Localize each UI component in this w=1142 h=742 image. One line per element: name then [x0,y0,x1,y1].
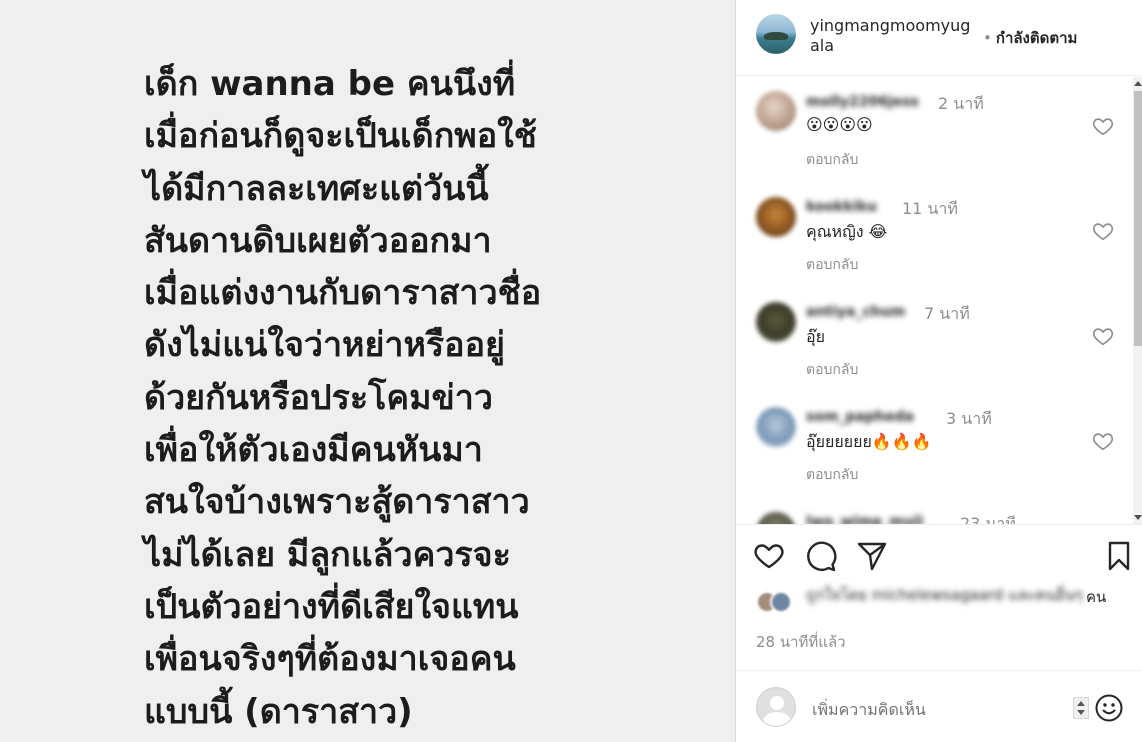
heart-icon[interactable] [1092,325,1114,347]
likes-summary[interactable]: ถูกใจโดย michelewsagaard และคนอื่นๆ คน [756,585,1126,625]
comment-text: อุ๊ย [806,327,825,346]
post-text-line: แบบนี้ (ดาราสาว) [144,691,413,732]
reply-button[interactable]: ตอบกลับ [806,464,858,486]
comment-time[interactable]: 23 นาที [960,512,1016,524]
comments-scrollbar[interactable] [1133,77,1142,524]
commenter-avatar[interactable] [756,91,796,131]
post-timestamp[interactable]: 28 นาทีที่แล้ว [756,630,846,654]
post-text-line: เมื่อก่อนก็ดูจะเป็นเด็กพอใช้ [144,116,537,157]
heart-icon[interactable] [1092,430,1114,452]
post-text-line: สนใจบ้างเพราะสู้ดาราสาว [144,482,530,523]
commenter-username[interactable]: molly2206jess [806,94,919,110]
post-text-line: ดังไม่แน่ใจว่าหย่าหรืออยู่ [144,325,505,366]
comment: molly2206jess 2 นาที 😮😮😮😮 ตอบกลับ [736,87,1133,192]
post-text-line: ด้วยกันหรือประโคมข่าว [144,377,493,418]
separator-dot: • [983,29,992,47]
commenter-avatar[interactable] [756,512,796,524]
likes-text[interactable]: ถูกใจโดย michelewsagaard และคนอื่นๆ [806,585,1096,605]
post-header: yingmangmoomyugala • กำลังติดตาม [736,0,1142,76]
comment-input[interactable] [812,695,1062,723]
comment: lwo_wime_muii 23 นาที [736,507,1133,524]
commenter-username[interactable]: kookkiku [806,199,877,215]
bookmark-icon[interactable] [1102,539,1136,573]
comments-list[interactable]: molly2206jess 2 นาที 😮😮😮😮 ตอบกลับ kookki… [736,77,1133,524]
reply-button[interactable]: ตอบกลับ [806,254,858,276]
action-bar [736,524,1142,589]
comment-text: 😮😮😮😮 [806,115,873,134]
current-user-avatar [756,687,796,727]
comment-time[interactable]: 2 นาที [938,92,984,117]
scroll-down-arrow-icon[interactable] [1134,515,1142,520]
heart-icon[interactable] [1092,220,1114,242]
input-spinner[interactable] [1073,697,1089,719]
commenter-username[interactable]: antiya_chum [806,304,905,320]
comment: antiya_chum 7 นาที อุ๊ย ตอบกลับ [736,297,1133,402]
spin-up-icon[interactable] [1077,701,1085,706]
comment: kookkiku 11 นาที คุณหญิง 😂 ตอบกลับ [736,192,1133,297]
comment-time[interactable]: 3 นาที [946,407,992,432]
comment-text: อุ๊ยยยยยย🔥🔥🔥 [806,432,932,451]
post-text-line: เด็ก wanna be คนนึงที่ [144,64,516,104]
like-heart-icon[interactable] [752,539,786,573]
scroll-up-arrow-icon[interactable] [1134,81,1142,86]
post-text-line: เป็นตัวอย่างที่ดีเสียใจแทน [144,586,519,627]
post-text-line: เมื่อแต่งงานกับดาราสาวชื่อ [144,273,542,314]
author-username[interactable]: yingmangmoomyugala [810,16,980,56]
commenter-avatar[interactable] [756,302,796,342]
commenter-avatar[interactable] [756,197,796,237]
post-text-line: เพื่อให้ตัวเองมีคนหันมา [144,430,483,471]
post-text-line: ไม่ได้เลย มีลูกแล้วควรจะ [144,534,511,575]
likers-avatars [756,591,800,615]
comment: som_papheda 3 นาที อุ๊ยยยยยย🔥🔥🔥 ตอบกลับ [736,402,1133,507]
author-avatar[interactable] [756,14,796,54]
commenter-avatar[interactable] [756,407,796,447]
likes-text-end: คน [1086,588,1107,606]
heart-icon[interactable] [1092,115,1114,137]
reply-button[interactable]: ตอบกลับ [806,359,858,381]
emoji-icon[interactable] [1094,693,1124,723]
spin-down-icon[interactable] [1077,710,1085,715]
following-label: กำลังติดตาม [995,29,1078,47]
post-text-line: เพื่อนจริงๆที่ต้องมาเจอคน [144,639,516,680]
commenter-username[interactable]: som_papheda [806,409,914,425]
comment-icon[interactable] [804,539,838,573]
post-text-line: สันดานดิบเผยตัวออกมา [144,220,492,261]
following-button[interactable]: • กำลังติดตาม [983,26,1077,50]
post-side-panel: yingmangmoomyugala • กำลังติดตาม molly220… [735,0,1142,742]
comment-text: คุณหญิง 😂 [806,222,888,241]
post-image: เด็ก wanna be คนนึงที่ เมื่อก่อนก็ดูจะเป… [0,0,735,742]
comment-time[interactable]: 11 นาที [902,197,958,222]
scroll-thumb[interactable] [1134,91,1142,346]
commenter-username[interactable]: lwo_wime_muii [806,514,923,524]
reply-button[interactable]: ตอบกลับ [806,149,858,171]
share-icon[interactable] [855,539,889,573]
post-text-line: ได้มีกาลละเทศะแต่วันนี้ [144,168,489,209]
add-comment-bar [736,670,1142,742]
post-text: เด็ก wanna be คนนึงที่ เมื่อก่อนก็ดูจะเป… [144,58,704,738]
comment-time[interactable]: 7 นาที [924,302,970,327]
